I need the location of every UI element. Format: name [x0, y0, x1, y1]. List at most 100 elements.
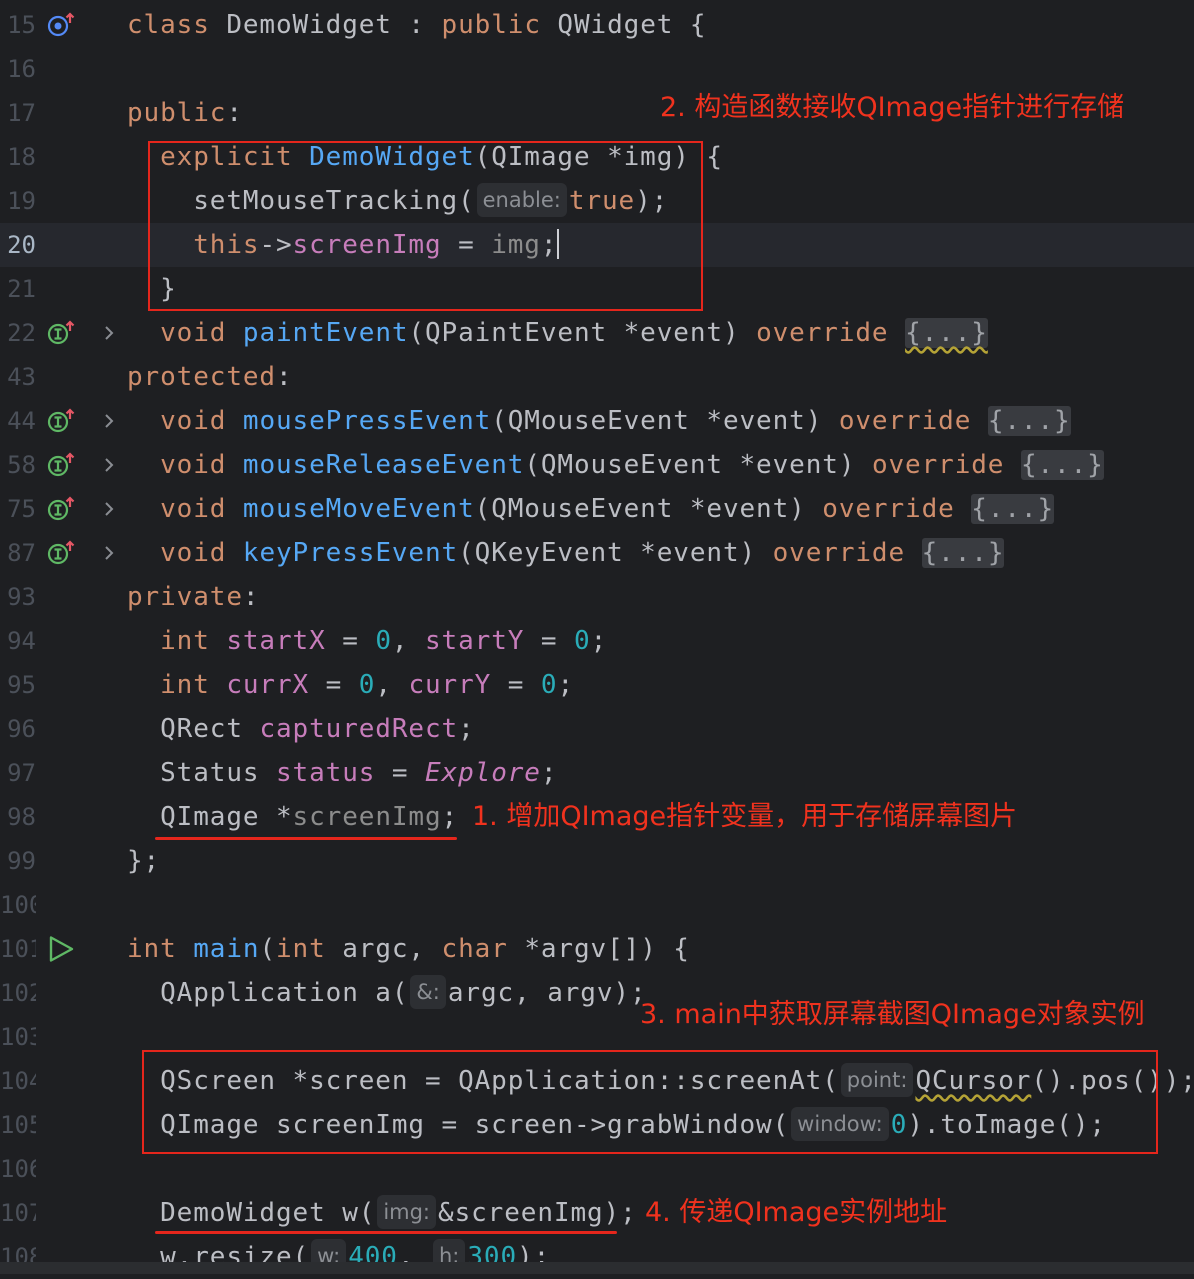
code-line[interactable]: 93 private: [0, 575, 1194, 619]
implemented-target-icon[interactable] [46, 11, 76, 39]
code-token: }; [127, 846, 161, 876]
line-number[interactable]: 100 [0, 883, 36, 927]
folded-code-block[interactable]: {...} [1020, 450, 1104, 480]
line-number[interactable]: 16 [0, 47, 36, 91]
code-line[interactable]: 58 void mouseReleaseEvent(QMouseEvent *e… [0, 443, 1194, 487]
line-number[interactable]: 75 [0, 487, 36, 531]
annotation-note-4: 4. 传递QImage实例地址 [645, 1197, 948, 1228]
fold-chevron-icon[interactable] [100, 499, 118, 519]
code-text[interactable]: void keyPressEvent(QKeyEvent *event) ove… [127, 531, 1005, 575]
code-line[interactable]: 101 int main(int argc, char *argv[]) { [0, 927, 1194, 971]
code-text[interactable]: void mouseMoveEvent(QMouseEvent *event) … [127, 487, 1055, 531]
code-text[interactable]: Status status = Explore; [127, 751, 557, 795]
code-line[interactable]: 43 protected: [0, 355, 1194, 399]
code-token: void [160, 494, 243, 524]
override-icon[interactable] [46, 451, 76, 479]
horizontal-scrollbar[interactable] [0, 1262, 1194, 1274]
code-text[interactable]: int startX = 0, startY = 0; [127, 619, 607, 663]
code-token: DemoWidget w( [127, 1198, 376, 1228]
line-number[interactable]: 106 [0, 1147, 36, 1191]
code-line[interactable]: 94 int startX = 0, startY = 0; [0, 619, 1194, 663]
code-line[interactable]: 22 void paintEvent(QPaintEvent *event) o… [0, 311, 1194, 355]
folded-code-block[interactable]: {...} [921, 538, 1005, 568]
code-line[interactable]: 107 DemoWidget w(img:&screenImg); [0, 1191, 1194, 1235]
code-token: override [822, 494, 955, 524]
fold-chevron-icon[interactable] [100, 323, 118, 343]
code-token: public [441, 10, 558, 40]
line-number[interactable]: 18 [0, 135, 36, 179]
code-token: = [309, 670, 359, 700]
code-token: void [160, 406, 243, 436]
fold-chevron-icon[interactable] [100, 543, 118, 563]
line-number[interactable]: 44 [0, 399, 36, 443]
line-number[interactable]: 20 [0, 223, 36, 267]
code-token: , [391, 626, 425, 656]
code-token: int [276, 934, 343, 964]
code-token: Status [127, 758, 276, 788]
line-number[interactable]: 94 [0, 619, 36, 663]
code-line[interactable]: 99}; [0, 839, 1194, 883]
run-icon[interactable] [46, 935, 76, 963]
line-number[interactable]: 102 [0, 971, 36, 1015]
code-text[interactable]: QImage *screenImg; [127, 795, 458, 839]
line-number[interactable]: 17 [0, 91, 36, 135]
code-line[interactable]: 97 Status status = Explore; [0, 751, 1194, 795]
line-number[interactable]: 19 [0, 179, 36, 223]
code-text[interactable]: void paintEvent(QPaintEvent *event) over… [127, 311, 988, 355]
line-number[interactable]: 43 [0, 355, 36, 399]
line-number[interactable]: 105 [0, 1103, 36, 1147]
code-token: capturedRect [259, 714, 459, 744]
code-text[interactable]: class DemoWidget : public QWidget { [127, 3, 706, 47]
code-token: , [375, 670, 409, 700]
code-text[interactable]: int currX = 0, currY = 0; [127, 663, 574, 707]
line-number[interactable]: 99 [0, 839, 36, 883]
line-number[interactable]: 104 [0, 1059, 36, 1103]
line-number[interactable]: 107 [0, 1191, 36, 1235]
line-number[interactable]: 103 [0, 1015, 36, 1059]
code-token: = [524, 626, 574, 656]
override-icon[interactable] [46, 495, 76, 523]
folded-code-block[interactable]: {...} [987, 406, 1071, 436]
line-number[interactable]: 96 [0, 707, 36, 751]
folded-code-block[interactable]: {...} [905, 318, 988, 348]
line-number[interactable]: 58 [0, 443, 36, 487]
code-line[interactable]: 15 class DemoWidget : public QWidget { [0, 3, 1194, 47]
line-number[interactable]: 15 [0, 3, 36, 47]
code-text[interactable]: int main(int argc, char *argv[]) { [127, 927, 690, 971]
code-line[interactable]: 44 void mousePressEvent(QMouseEvent *eve… [0, 399, 1194, 443]
code-token: override [756, 318, 889, 348]
code-text[interactable]: QApplication a(&: argc, argv); [127, 971, 647, 1015]
line-number[interactable]: 98 [0, 795, 36, 839]
code-line[interactable]: 87 void keyPressEvent(QKeyEvent *event) … [0, 531, 1194, 575]
line-number[interactable]: 93 [0, 575, 36, 619]
code-text[interactable]: void mouseReleaseEvent(QMouseEvent *even… [127, 443, 1104, 487]
fold-chevron-icon[interactable] [100, 411, 118, 431]
line-number[interactable]: 87 [0, 531, 36, 575]
code-line[interactable]: 95 int currX = 0, currY = 0; [0, 663, 1194, 707]
line-number[interactable]: 22 [0, 311, 36, 355]
code-line[interactable]: 96 QRect capturedRect; [0, 707, 1194, 751]
line-number[interactable]: 95 [0, 663, 36, 707]
fold-chevron-icon[interactable] [100, 455, 118, 475]
code-text[interactable]: }; [127, 839, 160, 883]
code-text[interactable]: DemoWidget w(img: &screenImg); [127, 1191, 637, 1235]
line-number[interactable]: 97 [0, 751, 36, 795]
code-text[interactable]: public: [127, 91, 243, 135]
code-token: 0 [574, 626, 591, 656]
code-text[interactable]: void mousePressEvent(QMouseEvent *event)… [127, 399, 1071, 443]
folded-code-block[interactable]: {...} [971, 494, 1055, 524]
code-text[interactable]: protected: [127, 355, 293, 399]
line-number[interactable]: 21 [0, 267, 36, 311]
code-line[interactable]: 16 [0, 47, 1194, 91]
override-icon[interactable] [46, 407, 76, 435]
override-icon[interactable] [46, 539, 76, 567]
code-text[interactable]: private: [127, 575, 259, 619]
override-icon[interactable] [46, 319, 76, 347]
code-token: ; [540, 758, 558, 788]
code-line[interactable]: 100 [0, 883, 1194, 927]
code-line[interactable]: 75 void mouseMoveEvent(QMouseEvent *even… [0, 487, 1194, 531]
line-number[interactable]: 101 [0, 927, 36, 971]
code-text[interactable]: QRect capturedRect; [127, 707, 475, 751]
constructor-highlight-box [148, 141, 703, 311]
